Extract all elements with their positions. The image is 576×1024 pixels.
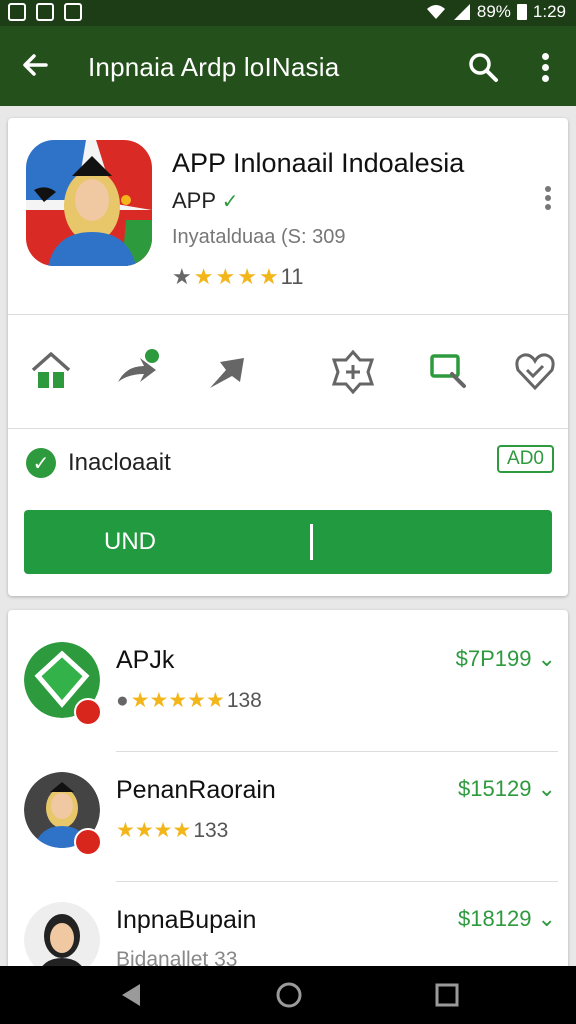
action-row — [8, 344, 568, 424]
notification-icon — [8, 3, 26, 21]
item-price: $7P199 ⌄ — [455, 646, 556, 671]
item-name: APJk — [116, 646, 175, 674]
star-icon: ★ — [193, 264, 214, 289]
notification-icons — [8, 3, 82, 21]
installed-label: Inacloaait — [68, 449, 171, 476]
developer-name[interactable]: APP ✓ — [172, 188, 239, 214]
search-icon[interactable] — [466, 50, 500, 84]
verified-icon: ✓ — [221, 191, 239, 213]
nav-home-icon[interactable] — [274, 980, 304, 1010]
app-info: Inyatalduaa (S: 309 — [172, 226, 346, 248]
battery-percent: 89% — [476, 2, 511, 21]
app-title: APP Inlonaail Indoalesia — [172, 148, 465, 178]
installed-status: ✓ Inacloaait — [26, 448, 171, 478]
page-title: Inpnaia Ardp loINasia — [88, 52, 340, 82]
divider — [8, 314, 568, 315]
nav-back-icon[interactable] — [116, 980, 146, 1010]
button-label: UND — [104, 528, 156, 555]
rating-count: 11 — [280, 264, 304, 289]
star-icon: ★★★★★ — [130, 689, 225, 712]
app-bar: Inpnaia Ardp loINasia — [0, 26, 576, 106]
star-icon: ★ — [237, 264, 257, 289]
developer-label: APP — [172, 188, 216, 213]
signal-icon — [453, 4, 470, 20]
notification-icon — [36, 3, 54, 21]
heart-icon[interactable] — [512, 348, 558, 394]
item-rating: ★★★★ 133 — [116, 818, 228, 843]
item-name: InpnaBupain — [116, 906, 257, 934]
notification-icon — [64, 3, 82, 21]
star-icon: ★ — [258, 264, 279, 289]
more-vert-icon[interactable] — [536, 50, 556, 84]
primary-action-button[interactable]: UND — [24, 510, 552, 574]
related-apps-card: APJk ● ★★★★★ 138 $7P199 ⌄ PenanRaorain ★… — [8, 610, 568, 1010]
home-icon[interactable] — [28, 348, 74, 394]
app-details-card: APP Inlonaail Indoalesia APP ✓ Inyataldu… — [8, 118, 568, 596]
divider — [8, 428, 568, 429]
list-item[interactable]: PenanRaorain ★★★★ 133 $15129 ⌄ — [8, 752, 568, 882]
clock: 1:29 — [532, 2, 566, 21]
nav-recents-icon[interactable] — [432, 980, 462, 1010]
share-icon[interactable] — [114, 348, 160, 394]
ad-badge: AD0 — [497, 445, 554, 473]
wifi-icon — [426, 5, 445, 19]
star-icon: ★ — [172, 264, 192, 289]
badge-icon — [74, 698, 102, 726]
cursor — [310, 524, 313, 560]
rating-count: 138 — [226, 688, 262, 712]
system-nav-bar — [0, 966, 576, 1024]
battery-icon — [516, 4, 527, 20]
rating-count: 133 — [193, 818, 229, 842]
item-rating: ● ★★★★★ 138 — [116, 688, 262, 713]
star-icon: ★★★★ — [116, 819, 192, 842]
item-price: $18129 ⌄ — [458, 906, 556, 931]
check-circle-icon: ✓ — [26, 448, 56, 478]
arrow-left-icon[interactable] — [20, 50, 50, 80]
list-item[interactable]: APJk ● ★★★★★ 138 $7P199 ⌄ — [8, 622, 568, 752]
card-more-icon[interactable] — [542, 184, 554, 214]
item-name: PenanRaorain — [116, 776, 276, 804]
app-icon[interactable] — [26, 140, 152, 266]
star-icon: ★ — [215, 264, 236, 289]
app-rating: ★ ★ ★ ★ ★ 11 — [172, 264, 304, 290]
search-icon[interactable] — [426, 348, 472, 394]
star-icon: ● — [116, 688, 129, 712]
status-bar: 89% 1:29 — [0, 0, 576, 26]
badge-icon — [74, 828, 102, 856]
forward-icon[interactable] — [204, 348, 250, 394]
item-price: $15129 ⌄ — [458, 776, 556, 801]
badge-icon[interactable] — [330, 348, 376, 394]
